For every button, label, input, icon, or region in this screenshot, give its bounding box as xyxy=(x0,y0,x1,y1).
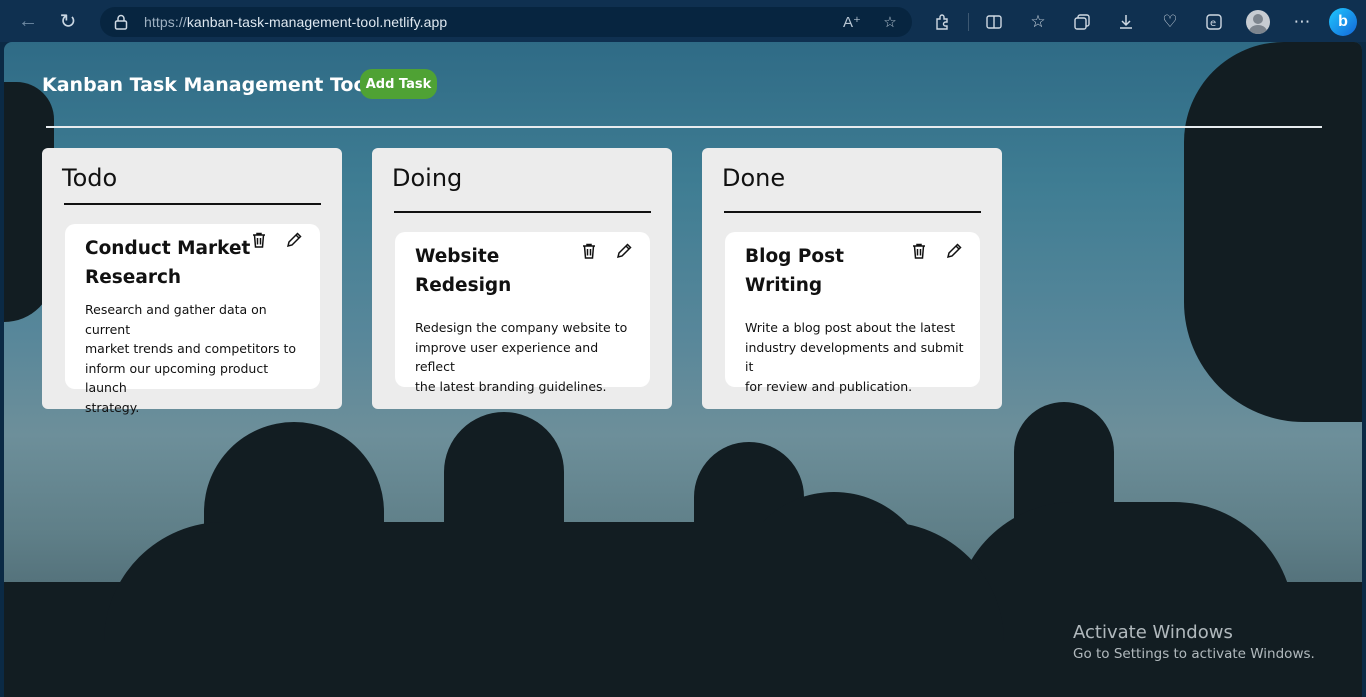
card-description-line: for review and publication. xyxy=(745,378,913,394)
activate-windows-watermark: Activate Windows Go to Settings to activ… xyxy=(1073,622,1315,662)
download-icon[interactable] xyxy=(1109,6,1143,38)
task-card[interactable]: Website Redesign Redesign the company we… xyxy=(395,232,650,394)
column-title: Todo xyxy=(62,164,118,192)
card-description-line: strategy. xyxy=(85,399,140,415)
heart-pulse-icon[interactable]: ♡ xyxy=(1153,6,1187,38)
page-viewport: Kanban Task Management Tool Add Task Tod… xyxy=(4,42,1362,697)
card-description-line: Redesign the company website to xyxy=(415,320,628,335)
page-title: Kanban Task Management Tool xyxy=(42,74,374,96)
reload-icon[interactable]: ↻ xyxy=(52,5,84,37)
edge-icon[interactable]: e xyxy=(1197,6,1231,38)
address-bar[interactable]: https://kanban-task-management-tool.netl… xyxy=(100,7,912,37)
task-card[interactable]: Conduct Market Research Research and gat… xyxy=(65,224,320,415)
card-description: Redesign the company website to improve … xyxy=(415,318,637,396)
column-title: Doing xyxy=(392,164,463,192)
column-doing: Doing Website Redesign Redesign the comp… xyxy=(372,148,672,409)
pencil-icon[interactable] xyxy=(285,231,303,249)
split-screen-icon[interactable] xyxy=(977,6,1011,38)
trash-icon[interactable] xyxy=(910,242,928,260)
card-title-line: Writing xyxy=(745,275,823,296)
url-host: kanban-task-management-tool.netlify.app xyxy=(186,14,448,30)
card-description: Research and gather data on current mark… xyxy=(85,300,307,417)
card-title: Website Redesign xyxy=(415,242,511,300)
card-description: Write a blog post about the latest indus… xyxy=(745,318,967,396)
star-icon[interactable]: ☆ xyxy=(880,12,900,32)
column-title: Done xyxy=(722,164,786,192)
more-icon[interactable]: ⋯ xyxy=(1285,6,1319,38)
card-title-line: Research xyxy=(85,267,182,288)
column-divider xyxy=(64,203,321,205)
card-title-line: Website xyxy=(415,246,500,267)
card-description-line: Research and gather data on current xyxy=(85,302,267,337)
lock-icon xyxy=(114,14,128,30)
card-description-line: inform our upcoming product launch xyxy=(85,360,269,396)
column-divider xyxy=(394,211,651,213)
bing-icon[interactable]: b xyxy=(1329,8,1357,36)
pencil-icon[interactable] xyxy=(615,242,633,260)
card-title: Blog Post Writing xyxy=(745,242,844,300)
column-todo: Todo Conduct Market Research Research an… xyxy=(42,148,342,415)
back-arrow-icon[interactable]: ← xyxy=(12,5,44,37)
puzzle-icon[interactable] xyxy=(926,6,960,38)
column-done: Done Blog Post Writing Write a blog post… xyxy=(702,148,1002,409)
browser-toolbar: ← ↻ https://kanban-task-management-tool.… xyxy=(0,0,1366,42)
trash-icon[interactable] xyxy=(580,242,598,260)
card-title-line: Blog Post xyxy=(745,246,844,267)
collections-icon[interactable] xyxy=(1065,6,1099,38)
read-aloud-icon[interactable]: A⁺ xyxy=(842,12,862,32)
card-description-line: industry developments and submit it xyxy=(745,339,964,375)
watermark-title: Activate Windows xyxy=(1073,622,1233,643)
trash-icon[interactable] xyxy=(250,231,268,249)
url-text: https://kanban-task-management-tool.netl… xyxy=(144,14,447,30)
card-description-line: the latest branding guidelines. xyxy=(415,378,607,394)
svg-text:e: e xyxy=(1210,18,1216,29)
card-description-line: market trends and competitors to xyxy=(85,341,297,356)
column-divider xyxy=(724,211,981,213)
url-prefix: https:// xyxy=(144,14,187,30)
favorites-icon[interactable]: ☆ xyxy=(1021,6,1055,38)
card-description-line: improve user experience and reflect xyxy=(415,339,599,375)
card-title-line: Conduct Market xyxy=(85,238,251,259)
pencil-icon[interactable] xyxy=(945,242,963,260)
task-card[interactable]: Blog Post Writing Write a blog post abou… xyxy=(725,232,980,394)
card-description-line: Write a blog post about the latest xyxy=(745,320,956,335)
card-title-line: Redesign xyxy=(415,275,512,296)
app-header: Kanban Task Management Tool Add Task xyxy=(4,42,1362,128)
header-divider xyxy=(46,126,1322,128)
toolbar-divider xyxy=(968,13,969,31)
add-task-button[interactable]: Add Task xyxy=(360,69,437,99)
avatar xyxy=(1246,10,1270,34)
browser-actions: ☆ ♡ e ⋯ b xyxy=(926,6,1357,38)
profile-avatar-icon[interactable] xyxy=(1241,6,1275,38)
watermark-subtitle: Go to Settings to activate Windows. xyxy=(1073,646,1315,662)
card-title: Conduct Market Research xyxy=(85,234,250,292)
